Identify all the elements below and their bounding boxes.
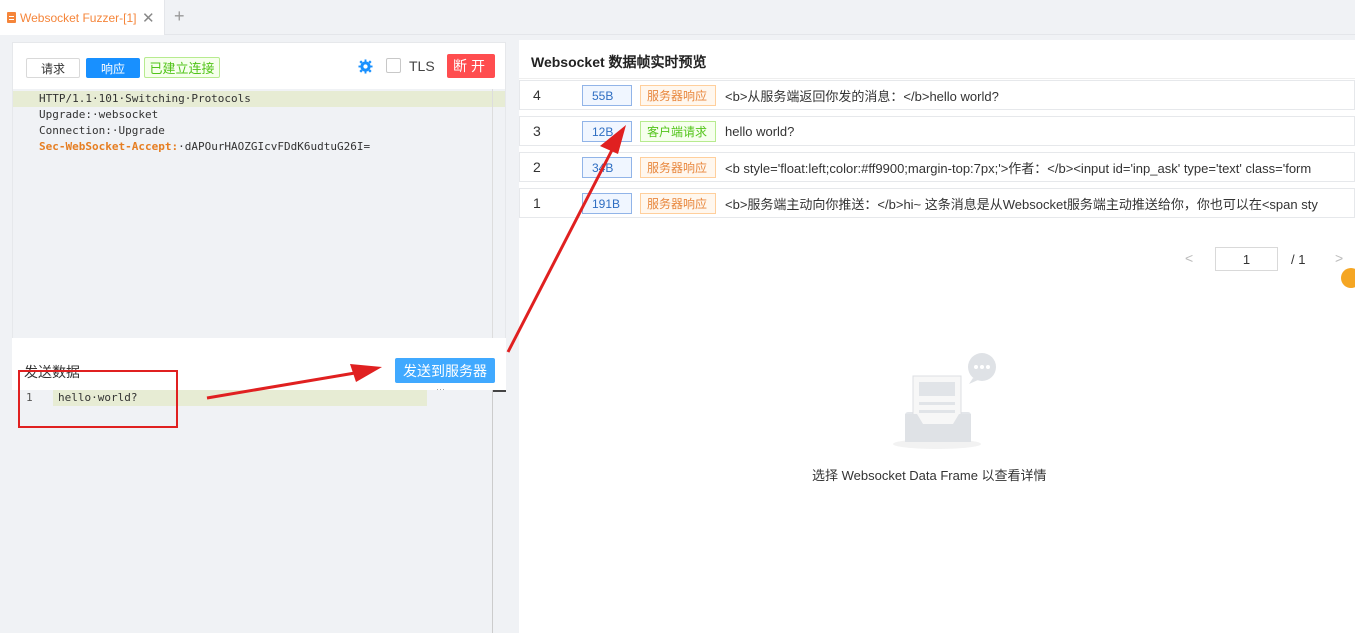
tls-label: TLS bbox=[409, 58, 435, 74]
page-number-input[interactable]: 1 bbox=[1215, 247, 1278, 271]
frame-message: hello world? bbox=[725, 123, 795, 139]
tab-title: Websocket Fuzzer-[1] bbox=[20, 10, 137, 25]
frame-message: <b>从服务端返回你发的消息：</b>hello world? bbox=[725, 88, 999, 104]
document-icon bbox=[7, 12, 16, 23]
frame-row[interactable]: 4 55B 服务器响应 <b>从服务端返回你发的消息：</b>hello wor… bbox=[519, 80, 1355, 110]
preview-panel: Websocket 数据帧实时预览 4 55B 服务器响应 <b>从服务端返回你… bbox=[519, 40, 1355, 633]
frame-row[interactable]: 3 12B 客户端请求 hello world? bbox=[519, 116, 1355, 146]
empty-state-text: 选择 Websocket Data Frame 以查看详情 bbox=[812, 468, 1047, 483]
tab-websocket-fuzzer[interactable]: Websocket Fuzzer-[1] ✕ bbox=[0, 0, 165, 35]
editor-scrollbar[interactable] bbox=[492, 390, 506, 633]
connection-status-badge: 已建立连接 bbox=[144, 57, 220, 78]
frame-row[interactable]: 1 191B 服务器响应 <b>服务端主动向你推送：</b>hi~ 这条消息是从… bbox=[519, 188, 1355, 218]
tls-checkbox[interactable] bbox=[386, 58, 401, 73]
frame-message: <b style='float:left;color:#ff9900;margi… bbox=[725, 160, 1312, 176]
code-line: Upgrade:·websocket bbox=[39, 108, 159, 121]
response-panel: 请求 响应 已建立连接 TLS 断开 HTTP/1.1·101·Switchin… bbox=[12, 42, 506, 338]
empty-inbox-icon bbox=[893, 353, 996, 449]
code-line: HTTP/1.1·101·Switching·Protocols bbox=[39, 92, 251, 105]
preview-title: Websocket 数据帧实时预览 bbox=[531, 54, 707, 70]
pager-prev-button[interactable]: < bbox=[1185, 250, 1193, 266]
frame-index: 2 bbox=[533, 159, 541, 175]
pager-next-button[interactable]: > bbox=[1335, 250, 1343, 266]
frame-index: 1 bbox=[533, 195, 541, 211]
frame-size: 12B bbox=[582, 121, 632, 142]
frame-size: 191B bbox=[582, 193, 632, 214]
frame-size: 55B bbox=[582, 85, 632, 106]
code-line: Sec-WebSocket-Accept:·dAPOurHAOZGIcvFDdK… bbox=[39, 139, 370, 155]
frame-type-badge: 客户端请求 bbox=[640, 121, 716, 142]
frame-row[interactable]: 2 34B 服务器响应 <b style='float:left;color:#… bbox=[519, 152, 1355, 182]
frame-type-badge: 服务器响应 bbox=[640, 157, 716, 178]
close-icon[interactable]: ✕ bbox=[142, 9, 155, 27]
editor-scrollbar[interactable] bbox=[492, 89, 493, 338]
send-to-server-button[interactable]: 发送到服务器 bbox=[395, 358, 495, 383]
tab-bar: Websocket Fuzzer-[1] ✕ + bbox=[0, 0, 1355, 35]
code-line: Connection:·Upgrade bbox=[39, 124, 165, 137]
divider bbox=[519, 78, 1355, 79]
response-editor[interactable]: HTTP/1.1·101·Switching·Protocols Upgrade… bbox=[13, 89, 505, 338]
frame-type-badge: 服务器响应 bbox=[640, 85, 716, 106]
frame-size: 34B bbox=[582, 157, 632, 178]
response-tab-button[interactable]: 响应 bbox=[86, 58, 140, 78]
mascot-icon bbox=[1341, 268, 1355, 288]
more-icon: ··· bbox=[436, 384, 445, 394]
add-tab-icon[interactable]: + bbox=[174, 6, 185, 27]
response-code: HTTP/1.1·101·Switching·Protocols Upgrade… bbox=[39, 91, 370, 155]
request-tab-button[interactable]: 请求 bbox=[26, 58, 80, 78]
gear-icon[interactable] bbox=[358, 59, 373, 74]
frame-index: 4 bbox=[533, 87, 541, 103]
frame-message: <b>服务端主动向你推送：</b>hi~ 这条消息是从Websocket服务端主… bbox=[725, 196, 1318, 212]
disconnect-button[interactable]: 断开 bbox=[447, 54, 495, 78]
page-total: / 1 bbox=[1291, 252, 1306, 267]
annotation-box bbox=[18, 370, 178, 428]
frame-index: 3 bbox=[533, 123, 541, 139]
header-key: Sec-WebSocket-Accept: bbox=[39, 140, 179, 153]
frame-type-badge: 服务器响应 bbox=[640, 193, 716, 214]
header-value: ·dAPOurHAOZGIcvFDdK6udtuG26I= bbox=[178, 140, 371, 153]
